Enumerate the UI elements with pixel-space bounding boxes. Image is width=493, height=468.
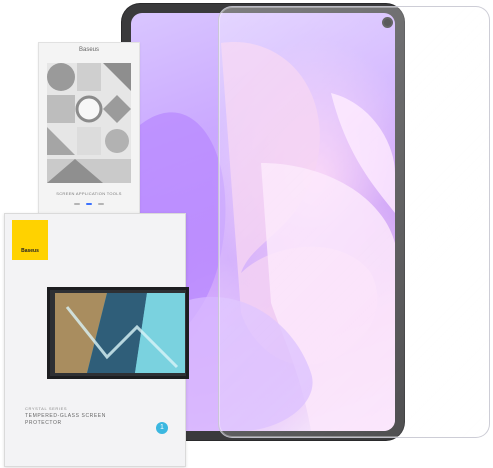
brand-logo-text: Baseus (21, 248, 39, 254)
box-tablet-image (47, 287, 189, 379)
kit-dots (39, 203, 139, 205)
product-box: Baseus CRYSTAL SERIES TEMPERED-GLASS SCR… (4, 213, 189, 467)
kit-dot (74, 203, 80, 205)
box-title-line1: TEMPERED-GLASS SCREEN (25, 413, 106, 419)
box-product-title: TEMPERED-GLASS SCREEN PROTECTOR (25, 413, 106, 426)
box-series-text: CRYSTAL SERIES (25, 406, 68, 411)
kit-title: SCREEN APPLICATION TOOLS (56, 191, 122, 196)
kit-brand-text: Baseus (78, 47, 99, 53)
brand-logo: Baseus (12, 220, 48, 260)
quantity-badge: 1 (156, 422, 168, 434)
cleaning-kit-card: Baseus SCREEN APPLICATION TOOLS (38, 42, 140, 219)
glass-screen-protector (218, 6, 490, 438)
kit-dot (98, 203, 104, 205)
box-title-line2: PROTECTOR (25, 419, 62, 426)
kit-dot-active (86, 203, 92, 205)
geometric-pattern-icon (47, 63, 131, 183)
